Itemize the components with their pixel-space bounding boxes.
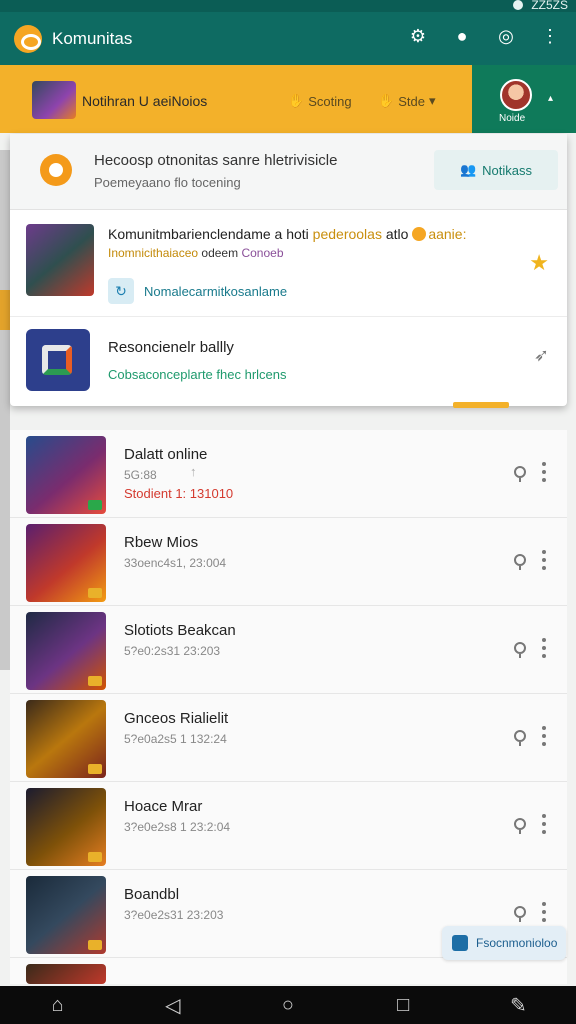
state-dropdown[interactable]: ✋ Stde ▾	[378, 93, 435, 109]
item-title: Boandbl	[124, 886, 180, 903]
item-subtitle: 5?e0a2s5 1 132:24	[124, 732, 227, 746]
list-item[interactable]: Rbew Mios 33oenc4s1, 23:004	[10, 518, 567, 606]
game-thumbnail	[26, 876, 106, 954]
check-icon	[452, 935, 468, 951]
settings-icon[interactable]: ⚙	[406, 24, 430, 48]
game-thumbnail	[26, 964, 106, 984]
back-icon[interactable]: ◁	[158, 990, 188, 1020]
lightbulb-icon[interactable]	[514, 466, 526, 482]
user-panel[interactable]: Noide ▴	[472, 65, 576, 133]
banner-title: Hecoosp otnonitas sanre hletrivisicle	[94, 152, 338, 169]
more-vert-icon[interactable]	[542, 902, 546, 922]
floating-action-button[interactable]: Fsocnmonioloo	[442, 926, 566, 960]
more-vert-icon[interactable]	[542, 814, 546, 834]
arrow-up-icon: ↑	[190, 464, 197, 479]
item-subtitle: 5G:88	[124, 468, 157, 482]
featured-item[interactable]: Resoncienelr ballly Cobsaconceplarte fhe…	[10, 317, 567, 406]
featured-item[interactable]: Komunitmbarienclendame a hoti pederoolas…	[10, 210, 567, 317]
status-text: ZZ5ZS	[531, 0, 568, 12]
game-thumbnail	[26, 524, 106, 602]
lightbulb-icon[interactable]	[514, 642, 526, 658]
notify-button-label: Notikass	[482, 162, 533, 178]
app-bar: Komunitas ⚙ ● ◎ ⋮	[0, 12, 576, 65]
community-list: Dalatt online 5G:88 ↑ Stodient 1: 131010…	[10, 430, 567, 984]
item-subtitle: 3?e0e2s8 1 23:2:04	[124, 820, 231, 834]
item-subtitle: 5?e0:2s31 23:203	[124, 644, 221, 658]
home-icon[interactable]: ⌂	[43, 990, 73, 1020]
lightbulb-icon[interactable]: ●	[450, 24, 474, 48]
system-nav-bar: ⌂ ◁ ○ □ ✎	[0, 986, 576, 1024]
sort-label: Scoting	[308, 93, 352, 109]
game-thumbnail	[26, 700, 106, 778]
list-item[interactable]: Dalatt online 5G:88 ↑ Stodient 1: 131010	[10, 430, 567, 518]
item-title: Hoace Mrar	[124, 798, 203, 815]
chat-icon[interactable]: ◎	[494, 24, 518, 48]
thumb-icon: ✋	[288, 93, 305, 108]
item-title: Dalatt online	[124, 446, 208, 463]
featured-link-label: Nomalecarmitkosanlame	[144, 283, 288, 299]
recents-icon[interactable]: □	[388, 990, 418, 1020]
game-thumbnail	[26, 612, 106, 690]
list-item[interactable]	[10, 958, 567, 984]
list-item[interactable]: Gnceos Rialielit 5?e0a2s5 1 132:24	[10, 694, 567, 782]
item-extra: Stodient 1: 131010	[124, 486, 234, 501]
link-icon: ↻	[108, 278, 134, 304]
caret-icon: ▴	[548, 93, 554, 104]
more-vert-icon[interactable]	[542, 550, 546, 570]
background-strip	[0, 150, 10, 670]
item-title: Gnceos Rialielit	[124, 710, 229, 727]
game-thumbnail	[26, 788, 106, 866]
section-thumbnail	[32, 81, 76, 119]
chevron-down-icon: ▾	[428, 93, 436, 108]
section-header: Notihran U aeiNoios ✋ Scoting ✋ Stde ▾	[0, 65, 472, 133]
star-icon[interactable]: ★	[529, 250, 549, 276]
notification-banner: Hecoosp otnonitas sanre hletrivisicle Po…	[10, 134, 567, 210]
sort-button[interactable]: ✋ Scoting	[288, 93, 352, 109]
coin-icon	[412, 227, 427, 241]
list-item[interactable]: Hoace Mrar 3?e0e2s8 1 23:2:04	[10, 782, 567, 870]
panel-handle[interactable]	[453, 402, 509, 408]
list-item[interactable]: Slotiots Beakcan 5?e0:2s31 23:203	[10, 606, 567, 694]
app-title: Komunitas	[52, 28, 133, 48]
notify-button[interactable]: 👥 Notikass	[434, 150, 558, 190]
user-label: Noide	[499, 113, 526, 124]
item-title: Rbew Mios	[124, 534, 199, 551]
app-thumbnail	[26, 329, 90, 391]
state-label: Stde	[398, 93, 425, 109]
circle-home-icon[interactable]: ○	[273, 990, 303, 1020]
notification-icon	[40, 154, 72, 186]
lightbulb-icon[interactable]	[514, 730, 526, 746]
status-bar: ZZ5ZS	[0, 0, 576, 12]
avatar[interactable]	[500, 79, 532, 111]
more-vert-icon[interactable]	[542, 462, 546, 482]
item-subtitle: 3?e0e2s31 23:203	[124, 908, 224, 922]
featured-subtitle: Cobsaconceplarte fhec hrlcens	[108, 367, 287, 382]
game-thumbnail	[26, 224, 94, 296]
featured-subtitle: Inomnicithaiaceo odeem Conoeb	[108, 246, 284, 260]
more-vert-icon[interactable]	[542, 726, 546, 746]
game-thumbnail	[26, 436, 106, 514]
more-vert-icon[interactable]: ⋮	[538, 24, 562, 48]
featured-title: Resoncienelr ballly	[108, 339, 234, 356]
signal-icon	[513, 0, 524, 10]
lightbulb-icon[interactable]	[514, 554, 526, 570]
featured-link[interactable]: ↻ Nomalecarmitkosanlame	[108, 278, 287, 304]
people-icon: 👥	[459, 162, 477, 177]
lightbulb-icon[interactable]	[514, 818, 526, 834]
item-title: Slotiots Beakcan	[124, 622, 236, 639]
item-subtitle: 33oenc4s1, 23:004	[124, 556, 227, 570]
fab-label: Fsocnmonioloo	[476, 936, 558, 950]
more-vert-icon[interactable]	[542, 638, 546, 658]
edit-icon[interactable]: ✎	[503, 990, 533, 1020]
pin-icon[interactable]: ➶	[534, 345, 549, 366]
lightbulb-icon[interactable]	[514, 906, 526, 922]
notification-panel: Hecoosp otnonitas sanre hletrivisicle Po…	[10, 134, 567, 408]
featured-title: Komunitmbarienclendame a hoti pederoolas…	[108, 226, 467, 242]
thumb-icon: ✋	[378, 93, 395, 108]
section-title: Notihran U aeiNoios	[82, 93, 208, 109]
banner-subtitle: Poemeyaano flo tocening	[94, 175, 241, 190]
app-logo-icon	[14, 24, 42, 53]
